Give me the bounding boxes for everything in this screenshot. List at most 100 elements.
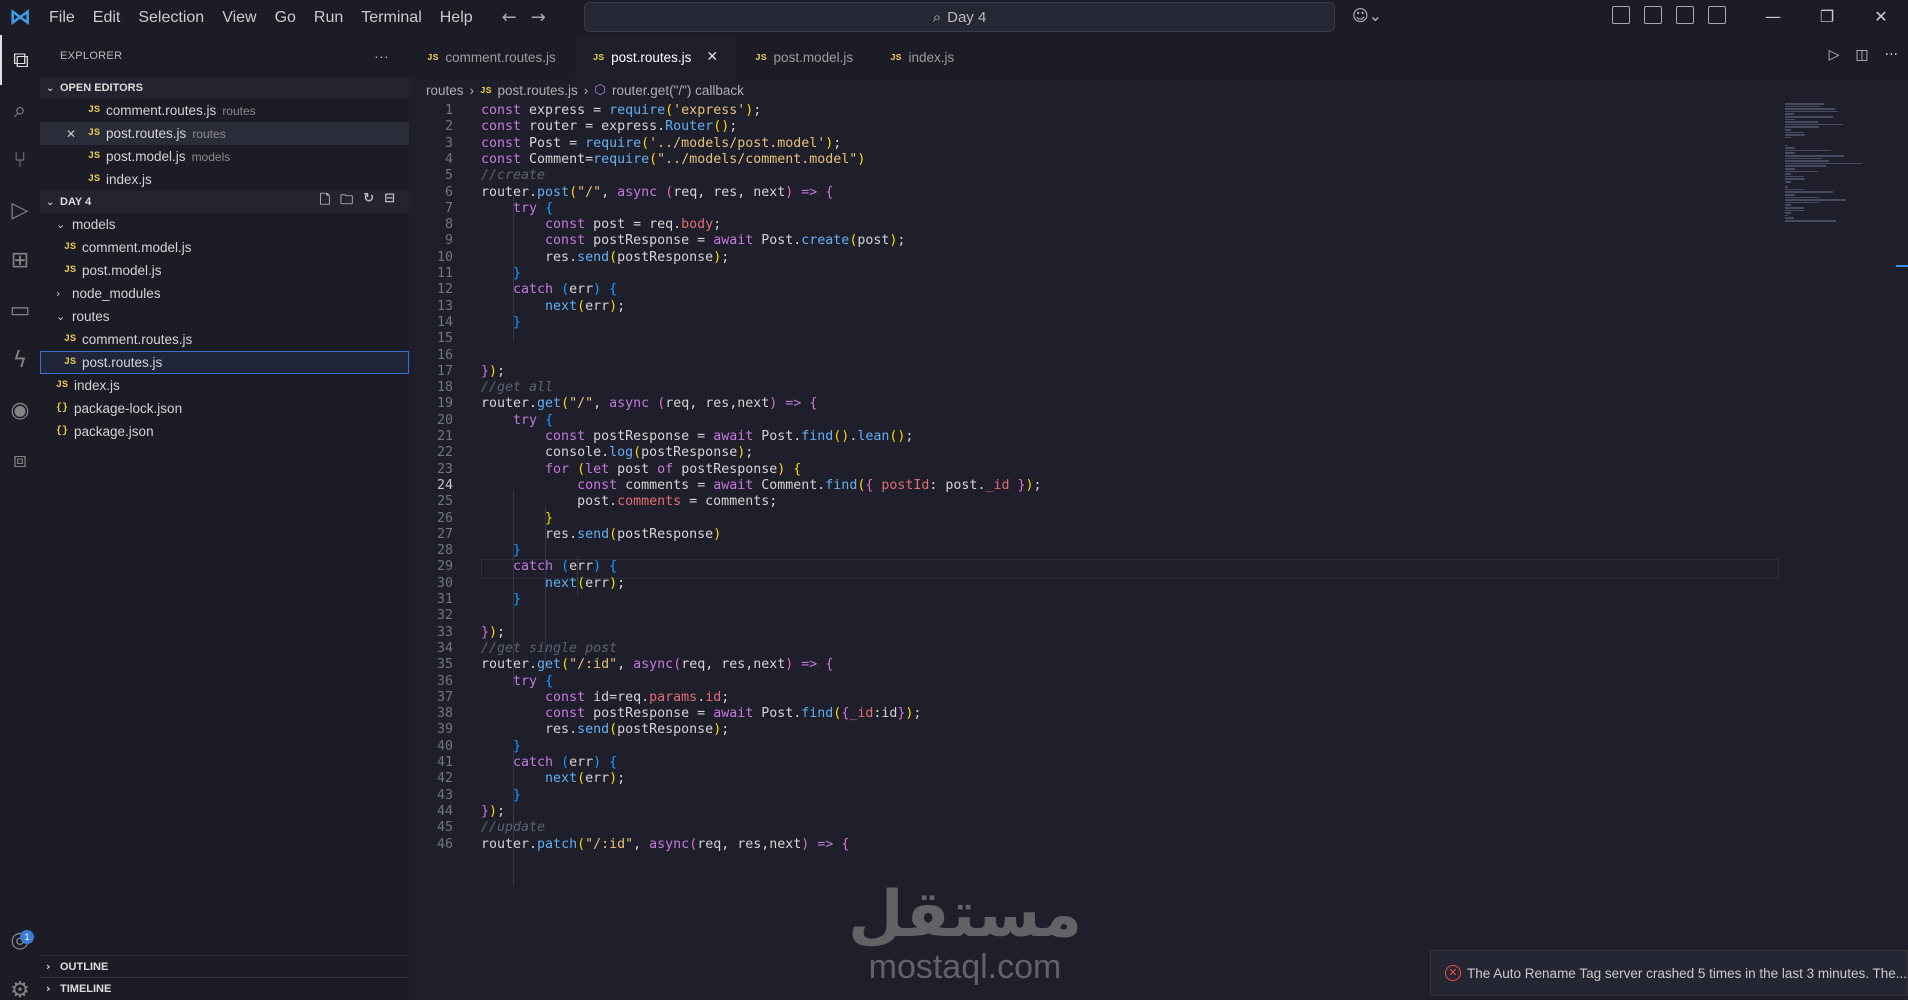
code-line[interactable]: res.send(postResponse) [481, 527, 721, 542]
refresh-icon[interactable]: ↻ [363, 191, 374, 213]
code-line[interactable]: res.send(postResponse); [481, 722, 729, 737]
menu-edit[interactable]: Edit [84, 0, 130, 35]
line-number[interactable]: 9 [409, 233, 453, 248]
breadcrumb-file[interactable]: post.routes.js [497, 83, 577, 98]
line-number[interactable]: 20 [409, 413, 453, 428]
toggle-primary-sidebar-icon[interactable] [1644, 6, 1662, 24]
tab-index[interactable]: JS index.js [872, 35, 974, 79]
open-editor-item[interactable]: JS index.js [40, 168, 409, 191]
back-arrow-icon[interactable]: ← [502, 7, 517, 28]
code-line[interactable]: //get all [481, 380, 553, 395]
forward-arrow-icon[interactable]: → [531, 7, 546, 28]
code-line[interactable]: next(err); [481, 576, 625, 591]
tree-file[interactable]: JS post.model.js [40, 259, 409, 282]
code-line[interactable]: const post = req.body; [481, 217, 721, 232]
new-file-icon[interactable]: 🗋 [320, 191, 330, 213]
folder-section[interactable]: ⌄ DAY 4 🗋 🗀 ↻ ⊟ [40, 191, 409, 213]
breadcrumb-symbol[interactable]: router.get("/") callback [612, 83, 744, 98]
collapse-all-icon[interactable]: ⊟ [384, 191, 395, 213]
line-number[interactable]: 21 [409, 429, 453, 444]
outline-section[interactable]: › OUTLINE [40, 955, 409, 977]
line-number[interactable]: 6 [409, 185, 453, 200]
thunder-client-icon[interactable]: ϟ [0, 335, 40, 385]
code-line[interactable]: const comments = await Comment.find({ po… [481, 478, 1041, 493]
code-line[interactable]: const postResponse = await Post.find({_i… [481, 706, 921, 721]
open-editors-section[interactable]: ⌄ OPEN EDITORS [40, 77, 409, 99]
line-number[interactable]: 19 [409, 396, 453, 411]
tree-file[interactable]: JS comment.model.js [40, 236, 409, 259]
tree-file[interactable]: {} package.json [40, 420, 409, 443]
code-line[interactable]: const router = express.Router(); [481, 119, 737, 134]
line-number[interactable]: 26 [409, 511, 453, 526]
line-number[interactable]: 3 [409, 136, 453, 151]
line-number[interactable]: 40 [409, 739, 453, 754]
command-center[interactable]: ⌕ Day 4 [584, 2, 1335, 32]
line-number[interactable]: 17 [409, 364, 453, 379]
code-line[interactable]: catch (err) { [481, 559, 617, 574]
code-line[interactable]: } [481, 266, 521, 281]
line-number[interactable]: 42 [409, 771, 453, 786]
code-line[interactable]: } [481, 592, 521, 607]
line-number[interactable]: 25 [409, 494, 453, 509]
line-number[interactable]: 41 [409, 755, 453, 770]
line-number[interactable]: 37 [409, 690, 453, 705]
minimap[interactable] [1779, 101, 1908, 1000]
code-line[interactable]: try { [481, 201, 553, 216]
line-number[interactable]: 7 [409, 201, 453, 216]
tree-folder-routes[interactable]: ⌄ routes [40, 305, 409, 328]
code-line[interactable]: const express = require('express'); [481, 103, 761, 118]
code-line[interactable]: const Comment=require("../models/comment… [481, 152, 865, 167]
code-line[interactable]: router.patch("/:id", async(req, res,next… [481, 837, 849, 852]
line-number[interactable]: 29 [409, 559, 453, 574]
line-number[interactable]: 28 [409, 543, 453, 558]
code-line[interactable]: next(err); [481, 299, 625, 314]
run-file-icon[interactable]: ▷ [1829, 47, 1840, 63]
code-line[interactable]: //get single post [481, 641, 617, 656]
menu-help[interactable]: Help [431, 0, 482, 35]
line-number[interactable]: 24 [409, 478, 453, 493]
line-number[interactable]: 39 [409, 722, 453, 737]
minimize-icon[interactable]: — [1746, 0, 1800, 35]
restore-icon[interactable]: ❐ [1800, 0, 1854, 35]
line-number[interactable]: 33 [409, 625, 453, 640]
github-icon[interactable]: ◉ [0, 385, 40, 435]
code-line[interactable]: } [481, 511, 553, 526]
code-line[interactable]: }); [481, 804, 505, 819]
manage-gear-icon[interactable]: ⚙ [0, 965, 40, 1000]
remote-explorer-icon[interactable]: ▭ [0, 285, 40, 335]
tab-post-routes[interactable]: JS post.routes.js ✕ [574, 35, 738, 79]
line-number[interactable]: 43 [409, 788, 453, 803]
more-actions-icon[interactable]: ··· [374, 48, 389, 64]
line-number[interactable]: 14 [409, 315, 453, 330]
close-tab-icon[interactable]: ✕ [706, 49, 718, 65]
line-number[interactable]: 44 [409, 804, 453, 819]
breadcrumb-folder[interactable]: routes [426, 83, 464, 98]
timeline-section[interactable]: › TIMELINE [40, 977, 409, 999]
menu-file[interactable]: File [40, 0, 84, 35]
tree-file-selected[interactable]: JS post.routes.js [40, 351, 409, 374]
code-line[interactable]: res.send(postResponse); [481, 250, 729, 265]
line-number[interactable]: 16 [409, 348, 453, 363]
code-line[interactable]: //create [481, 168, 545, 183]
open-editor-item[interactable]: ✕ JS post.routes.js routes [40, 122, 409, 145]
line-number[interactable]: 18 [409, 380, 453, 395]
tab-comment-routes[interactable]: JS comment.routes.js [409, 35, 575, 79]
menu-selection[interactable]: Selection [129, 0, 213, 35]
code-line[interactable]: } [481, 315, 521, 330]
code-line[interactable]: next(err); [481, 771, 625, 786]
code-line[interactable]: catch (err) { [481, 755, 617, 770]
menu-view[interactable]: View [213, 0, 265, 35]
line-number[interactable]: 5 [409, 168, 453, 183]
toggle-secondary-sidebar-icon[interactable] [1708, 6, 1726, 24]
code-line[interactable]: console.log(postResponse); [481, 445, 753, 460]
line-number[interactable]: 1 [409, 103, 453, 118]
open-editor-item[interactable]: JS post.model.js models [40, 145, 409, 168]
line-number[interactable]: 22 [409, 445, 453, 460]
line-number[interactable]: 38 [409, 706, 453, 721]
line-number[interactable]: 8 [409, 217, 453, 232]
menu-go[interactable]: Go [266, 0, 305, 35]
line-number[interactable]: 2 [409, 119, 453, 134]
source-control-icon[interactable]: ⑂ [0, 135, 40, 185]
close-window-icon[interactable]: ✕ [1854, 0, 1908, 35]
code-line[interactable]: } [481, 543, 521, 558]
